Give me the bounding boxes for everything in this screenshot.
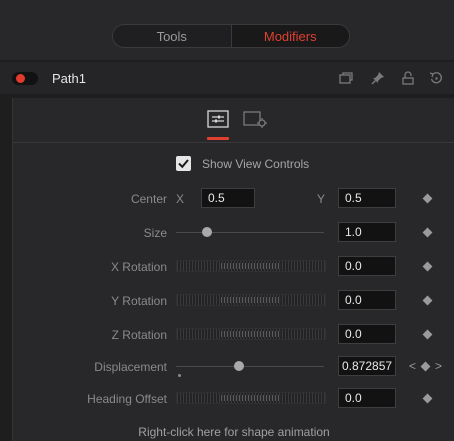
lock-icon[interactable] — [400, 70, 416, 86]
node-enable-toggle[interactable] — [12, 72, 38, 85]
tab-tools[interactable]: Tools — [113, 25, 231, 47]
size-slider-thumb[interactable] — [202, 227, 212, 237]
x-rotation-label: X Rotation — [110, 260, 167, 274]
center-label: Center — [130, 192, 167, 206]
pin-icon[interactable] — [370, 70, 386, 86]
node-header: Path1 — [0, 62, 454, 94]
tab-modifiers[interactable]: Modifiers — [230, 25, 349, 47]
center-y-input[interactable]: 0.5 — [338, 188, 396, 208]
heading-offset-dial[interactable] — [176, 392, 326, 404]
reset-icon[interactable] — [428, 70, 444, 86]
center-y-label: Y — [317, 192, 326, 206]
size-input[interactable]: 1.0 — [338, 222, 396, 242]
heading-offset-label: Heading Offset — [87, 392, 167, 406]
displacement-slider-track[interactable] — [176, 366, 324, 367]
displacement-label: Displacement — [94, 360, 167, 374]
displacement-slider-thumb[interactable] — [234, 361, 244, 371]
next-keyframe-button[interactable]: > — [435, 359, 442, 373]
prev-keyframe-button[interactable]: < — [409, 359, 416, 373]
show-view-controls-checkbox[interactable] — [176, 156, 191, 171]
z-rotation-keyframe-icon[interactable] — [422, 329, 433, 340]
center-x-label: X — [176, 192, 185, 206]
shape-animation-hint[interactable]: Right-click here for shape animation — [13, 425, 454, 439]
settings-tab-icon[interactable] — [243, 110, 269, 128]
show-view-controls-label: Show View Controls — [202, 157, 310, 171]
controls-tab-icon[interactable] — [207, 110, 229, 128]
size-slider-track[interactable] — [176, 232, 324, 233]
y-rotation-label: Y Rotation — [111, 294, 167, 308]
z-rotation-input[interactable]: 0.0 — [338, 324, 396, 344]
x-rotation-dial[interactable] — [176, 260, 326, 272]
displacement-input[interactable]: 0.872857 — [338, 356, 396, 376]
top-bar: Tools Modifiers — [0, 0, 454, 60]
y-rotation-keyframe-icon[interactable] — [422, 295, 433, 306]
z-rotation-dial[interactable] — [176, 328, 326, 340]
inspector-panel: Show View Controls Center X 0.5 Y 0.5 Si… — [12, 98, 454, 441]
node-name: Path1 — [52, 71, 86, 86]
y-rotation-input[interactable]: 0.0 — [338, 290, 396, 310]
stack-icon[interactable] — [338, 70, 354, 86]
x-rotation-input[interactable]: 0.0 — [338, 256, 396, 276]
displacement-keyframe-icon[interactable] — [420, 361, 431, 372]
tools-modifiers-switch: Tools Modifiers — [112, 24, 350, 48]
y-rotation-dial[interactable] — [176, 294, 326, 306]
panel-tab-row — [13, 98, 454, 143]
center-x-input[interactable]: 0.5 — [201, 188, 255, 208]
size-keyframe-icon[interactable] — [422, 227, 433, 238]
heading-offset-input[interactable]: 0.0 — [338, 388, 396, 408]
heading-offset-keyframe-icon[interactable] — [422, 393, 433, 404]
displacement-default-marker — [178, 374, 181, 377]
z-rotation-label: Z Rotation — [111, 328, 167, 342]
x-rotation-keyframe-icon[interactable] — [422, 261, 433, 272]
center-keyframe-icon[interactable] — [422, 193, 433, 204]
size-label: Size — [143, 226, 167, 240]
active-tab-indicator — [207, 137, 229, 140]
